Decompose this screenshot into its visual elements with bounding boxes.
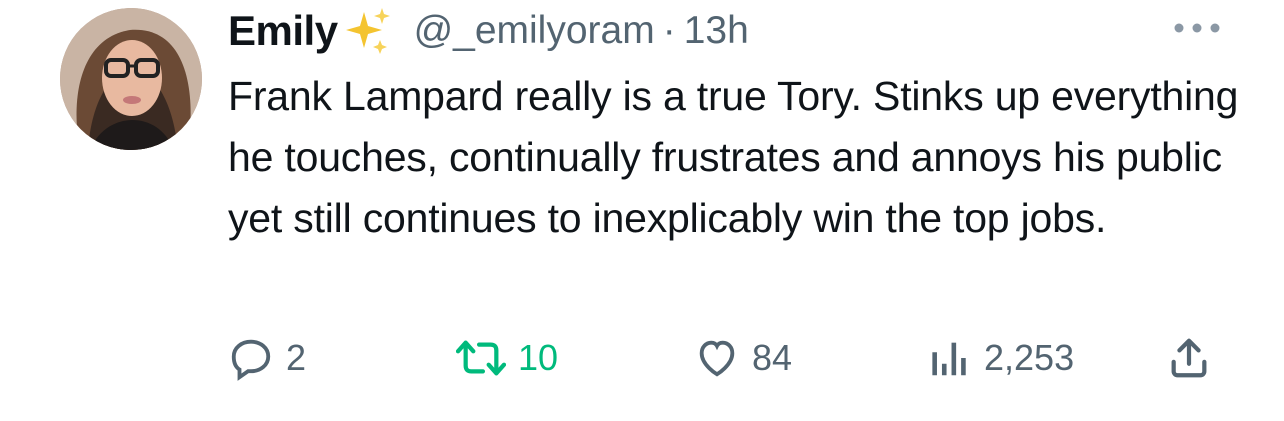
tweet-actions: 2 10 84 2,253 (228, 330, 1228, 386)
tweet-card[interactable]: Emily @_emilyoram · 13h Frank Lampard re… (0, 0, 1284, 421)
retweet-button[interactable]: 10 (456, 330, 558, 386)
reply-button[interactable]: 2 (228, 330, 306, 386)
retweet-icon (456, 335, 506, 381)
sparkles-emoji-icon (342, 6, 392, 56)
author-handle[interactable]: @_emilyoram (414, 9, 655, 53)
tweet-timestamp[interactable]: 13h (684, 9, 749, 53)
author-display-name[interactable]: Emily (228, 7, 338, 55)
analytics-bars-icon (928, 335, 972, 381)
like-button[interactable]: 84 (694, 330, 792, 386)
views-count: 2,253 (984, 337, 1075, 378)
share-button[interactable] (1166, 330, 1212, 386)
reply-count: 2 (286, 337, 307, 378)
tweet-header: Emily @_emilyoram · 13h (228, 6, 749, 56)
tweet-text: Frank Lampard really is a true Tory. Sti… (228, 73, 1239, 241)
reply-bubble-icon (228, 335, 274, 381)
share-upload-icon (1166, 335, 1212, 381)
like-count: 84 (752, 337, 793, 378)
retweet-count: 10 (518, 337, 559, 378)
header-separator: · (662, 9, 676, 52)
avatar[interactable] (60, 8, 202, 150)
heart-icon (694, 335, 740, 381)
views-button[interactable]: 2,253 (928, 330, 1074, 386)
more-horizontal-icon[interactable] (1170, 18, 1224, 38)
